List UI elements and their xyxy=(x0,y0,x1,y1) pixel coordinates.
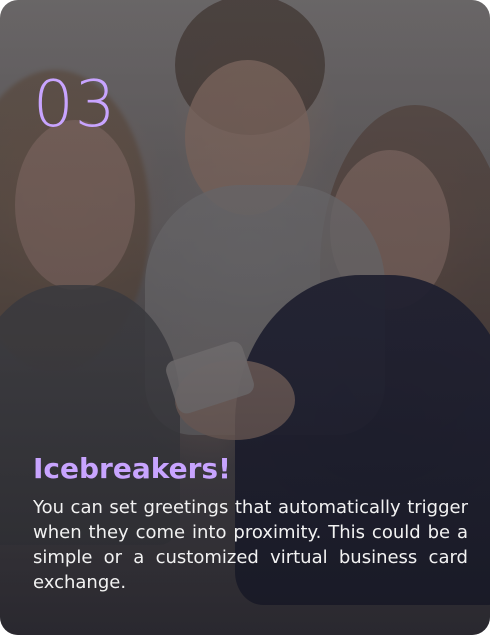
feature-card: 03 Icebreakers! You can set greetings th… xyxy=(0,0,490,635)
feature-description: You can set greetings that automatically… xyxy=(33,497,468,593)
feature-title: Icebreakers! xyxy=(33,452,231,485)
step-number: 03 xyxy=(33,68,117,142)
